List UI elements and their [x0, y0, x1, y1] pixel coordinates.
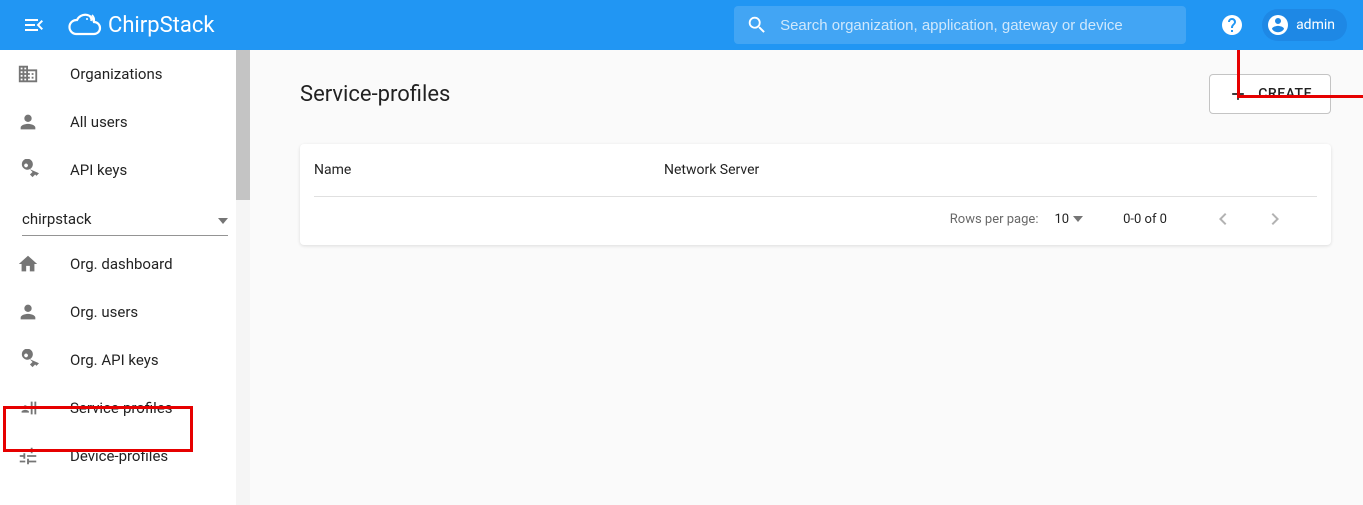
sidebar-item-api-keys[interactable]: API keys — [0, 146, 250, 194]
key-icon — [16, 348, 40, 372]
search-icon — [746, 14, 768, 36]
sidebar-item-org-api-keys[interactable]: Org. API keys — [0, 336, 250, 384]
search-input[interactable] — [780, 17, 1174, 34]
sidebar-item-label: Org. API keys — [70, 351, 159, 369]
home-icon — [16, 252, 40, 276]
user-chip[interactable]: admin — [1262, 9, 1347, 41]
sidebar-item-label: All users — [70, 113, 128, 131]
person-icon — [16, 110, 40, 134]
create-button-label: CREATE — [1258, 86, 1312, 102]
chevron-right-icon — [1263, 207, 1287, 231]
sidebar-item-label: Service-profiles — [70, 399, 173, 417]
plus-icon — [1228, 84, 1248, 104]
sidebar-item-label: Org. users — [70, 303, 138, 321]
tune-icon — [16, 444, 40, 468]
sidebar-item-device-profiles[interactable]: Device-profiles — [0, 432, 250, 480]
column-name[interactable]: Name — [314, 162, 664, 178]
sidebar-item-label: Org. dashboard — [70, 255, 173, 273]
help-icon — [1220, 13, 1244, 37]
global-search[interactable] — [734, 6, 1186, 44]
sidebar-item-all-users[interactable]: All users — [0, 98, 250, 146]
brand-text: ChirpStack — [108, 13, 215, 38]
caret-down-icon — [218, 210, 228, 228]
sidebar-item-label: API keys — [70, 161, 127, 179]
sidebar-item-label: Device-profiles — [70, 447, 168, 465]
sidebar-scrollbar[interactable] — [236, 50, 250, 505]
person-icon — [16, 300, 40, 324]
organization-select[interactable]: chirpstack — [22, 202, 228, 236]
sidebar-item-service-profiles[interactable]: Service-profiles — [0, 384, 250, 432]
page-range: 0-0 of 0 — [1123, 212, 1167, 227]
sidebar-item-organizations[interactable]: Organizations — [0, 50, 250, 98]
organization-select-value: chirpstack — [22, 210, 92, 228]
table-pagination: Rows per page: 10 0-0 of 0 — [300, 197, 1331, 245]
service-profiles-table: Name Network Server Rows per page: 10 0-… — [300, 144, 1331, 245]
collapse-sidebar-button[interactable] — [22, 13, 46, 37]
next-page-button[interactable] — [1263, 207, 1287, 231]
help-button[interactable] — [1220, 13, 1244, 37]
rows-per-page-label: Rows per page: — [950, 212, 1039, 227]
sidebar-item-org-users[interactable]: Org. users — [0, 288, 250, 336]
rows-per-page-select[interactable]: 10 — [1054, 212, 1083, 227]
column-network-server[interactable]: Network Server — [664, 162, 1317, 178]
cloud-icon — [66, 11, 102, 39]
user-name: admin — [1296, 17, 1335, 33]
brand-logo[interactable]: ChirpStack — [66, 11, 215, 39]
chevron-left-icon — [1211, 207, 1235, 231]
rows-per-page-value: 10 — [1054, 212, 1069, 227]
table-header-row: Name Network Server — [300, 144, 1331, 196]
key-icon — [16, 158, 40, 182]
sidebar-item-org-dashboard[interactable]: Org. dashboard — [0, 240, 250, 288]
main-content: Service-profiles CREATE Name Network Ser… — [250, 50, 1363, 505]
recent-actors-icon — [16, 396, 40, 420]
domain-icon — [16, 62, 40, 86]
create-button[interactable]: CREATE — [1209, 74, 1331, 114]
sidebar-item-label: Organizations — [70, 65, 163, 83]
scrollbar-thumb[interactable] — [236, 50, 250, 200]
user-avatar-icon — [1266, 13, 1290, 37]
prev-page-button[interactable] — [1211, 207, 1235, 231]
chevron-left-menu-icon — [22, 13, 46, 37]
page-title: Service-profiles — [300, 82, 450, 107]
caret-down-icon — [1073, 216, 1083, 222]
sidebar: Organizations All users API keys chirpst… — [0, 50, 250, 505]
